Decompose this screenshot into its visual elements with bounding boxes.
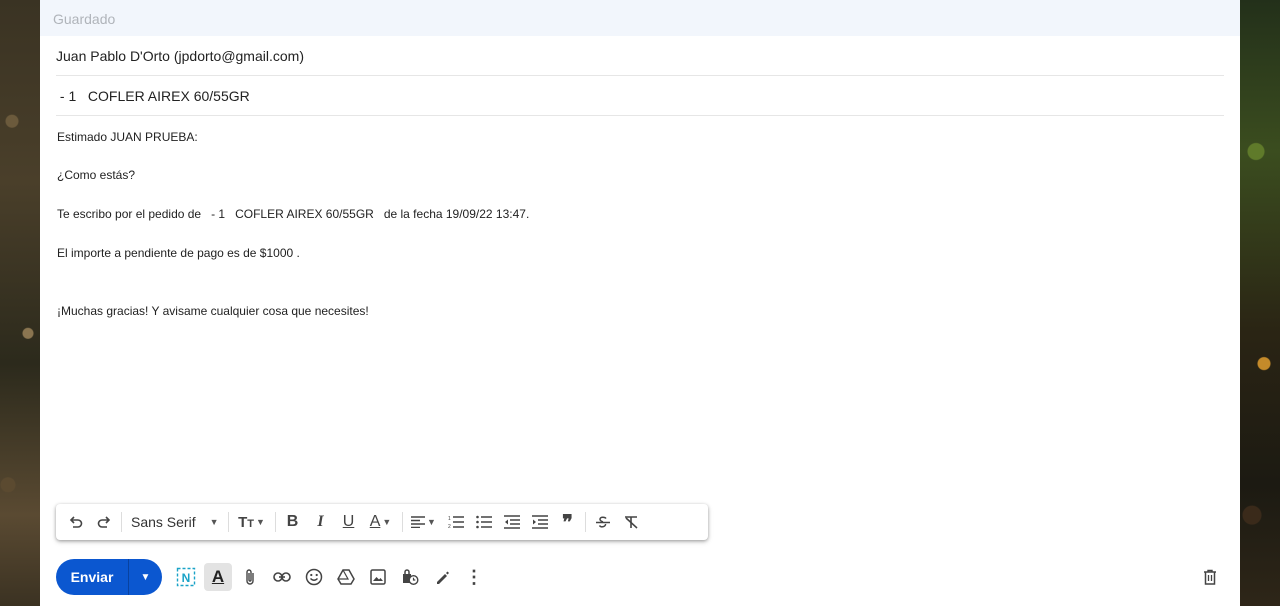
background-left bbox=[0, 0, 40, 606]
send-button-group: Enviar ▼ bbox=[56, 559, 162, 595]
saved-status: Guardado bbox=[53, 11, 116, 27]
text-color-icon[interactable]: A ▼ bbox=[363, 508, 399, 536]
drive-icon[interactable] bbox=[330, 561, 362, 593]
remove-formatting-icon[interactable] bbox=[617, 508, 645, 536]
subject-text: - 1 COFLER AIREX 60/55GR bbox=[56, 88, 250, 104]
chevron-down-icon: ▼ bbox=[140, 571, 151, 583]
send-label: Enviar bbox=[70, 569, 114, 585]
svg-text:N: N bbox=[182, 571, 191, 585]
svg-text:1: 1 bbox=[448, 516, 451, 522]
signature-icon[interactable] bbox=[426, 561, 458, 593]
body-line-1: ¿Como estás? bbox=[57, 168, 136, 182]
emoji-icon[interactable] bbox=[298, 561, 330, 593]
notion-icon[interactable]: N bbox=[170, 561, 202, 593]
subject-field[interactable]: - 1 COFLER AIREX 60/55GR bbox=[56, 76, 1224, 116]
compose-actions-bar: Enviar ▼ N A ⋮ bbox=[56, 559, 1226, 595]
body-greeting: Estimado JUAN PRUEBA: bbox=[57, 130, 198, 144]
background-right bbox=[1240, 0, 1280, 606]
strikethrough-icon[interactable] bbox=[589, 508, 617, 536]
redo-icon[interactable] bbox=[90, 508, 118, 536]
photo-icon[interactable] bbox=[362, 561, 394, 593]
font-family-value: Sans Serif bbox=[131, 514, 196, 530]
body-line-2: Te escribo por el pedido de - 1 COFLER A… bbox=[57, 207, 530, 221]
text-size-icon[interactable]: T T ▼ bbox=[232, 508, 272, 536]
quote-icon[interactable]: ❞ bbox=[554, 508, 582, 536]
toolbar-divider bbox=[121, 512, 122, 532]
recipient-chip[interactable]: Juan Pablo D'Orto (jpdorto@gmail.com) bbox=[56, 48, 304, 64]
trash-icon[interactable] bbox=[1194, 561, 1226, 593]
more-options-icon[interactable]: ⋮ bbox=[458, 561, 490, 593]
formatting-toolbar: Sans Serif ▼ T T ▼ B I U A ▼ ▼ 12 ❞ bbox=[56, 504, 708, 540]
body-line-4: ¡Muchas gracias! Y avisame cualquier cos… bbox=[57, 304, 369, 318]
underline-icon[interactable]: U bbox=[335, 508, 363, 536]
toolbar-divider bbox=[401, 512, 403, 532]
body-line-3: El importe a pendiente de pago es de $10… bbox=[57, 246, 300, 260]
align-icon[interactable]: ▼ bbox=[406, 508, 442, 536]
saved-status-bar: Guardado bbox=[40, 0, 1240, 36]
undo-icon[interactable] bbox=[62, 508, 90, 536]
toolbar-divider bbox=[274, 512, 276, 532]
confidential-icon[interactable] bbox=[394, 561, 426, 593]
italic-icon[interactable]: I bbox=[307, 508, 335, 536]
schedule-send-button[interactable]: ▼ bbox=[129, 559, 162, 595]
toolbar-divider bbox=[227, 512, 229, 532]
compose-window: Guardado Juan Pablo D'Orto (jpdorto@gmai… bbox=[40, 0, 1240, 606]
attach-icon[interactable] bbox=[234, 561, 266, 593]
recipient-field[interactable]: Juan Pablo D'Orto (jpdorto@gmail.com) bbox=[56, 36, 1224, 76]
bold-icon[interactable]: B bbox=[279, 508, 307, 536]
formatting-options-icon[interactable]: A bbox=[204, 563, 232, 591]
toolbar-divider bbox=[584, 512, 586, 532]
svg-text:2: 2 bbox=[448, 524, 451, 529]
chevron-down-icon: ▼ bbox=[209, 517, 219, 527]
font-family-select[interactable]: Sans Serif ▼ bbox=[125, 508, 225, 536]
bulleted-list-icon[interactable] bbox=[470, 508, 498, 536]
indent-less-icon[interactable] bbox=[498, 508, 526, 536]
indent-more-icon[interactable] bbox=[526, 508, 554, 536]
link-icon[interactable] bbox=[266, 561, 298, 593]
numbered-list-icon[interactable]: 12 bbox=[442, 508, 470, 536]
send-button[interactable]: Enviar bbox=[56, 559, 129, 595]
